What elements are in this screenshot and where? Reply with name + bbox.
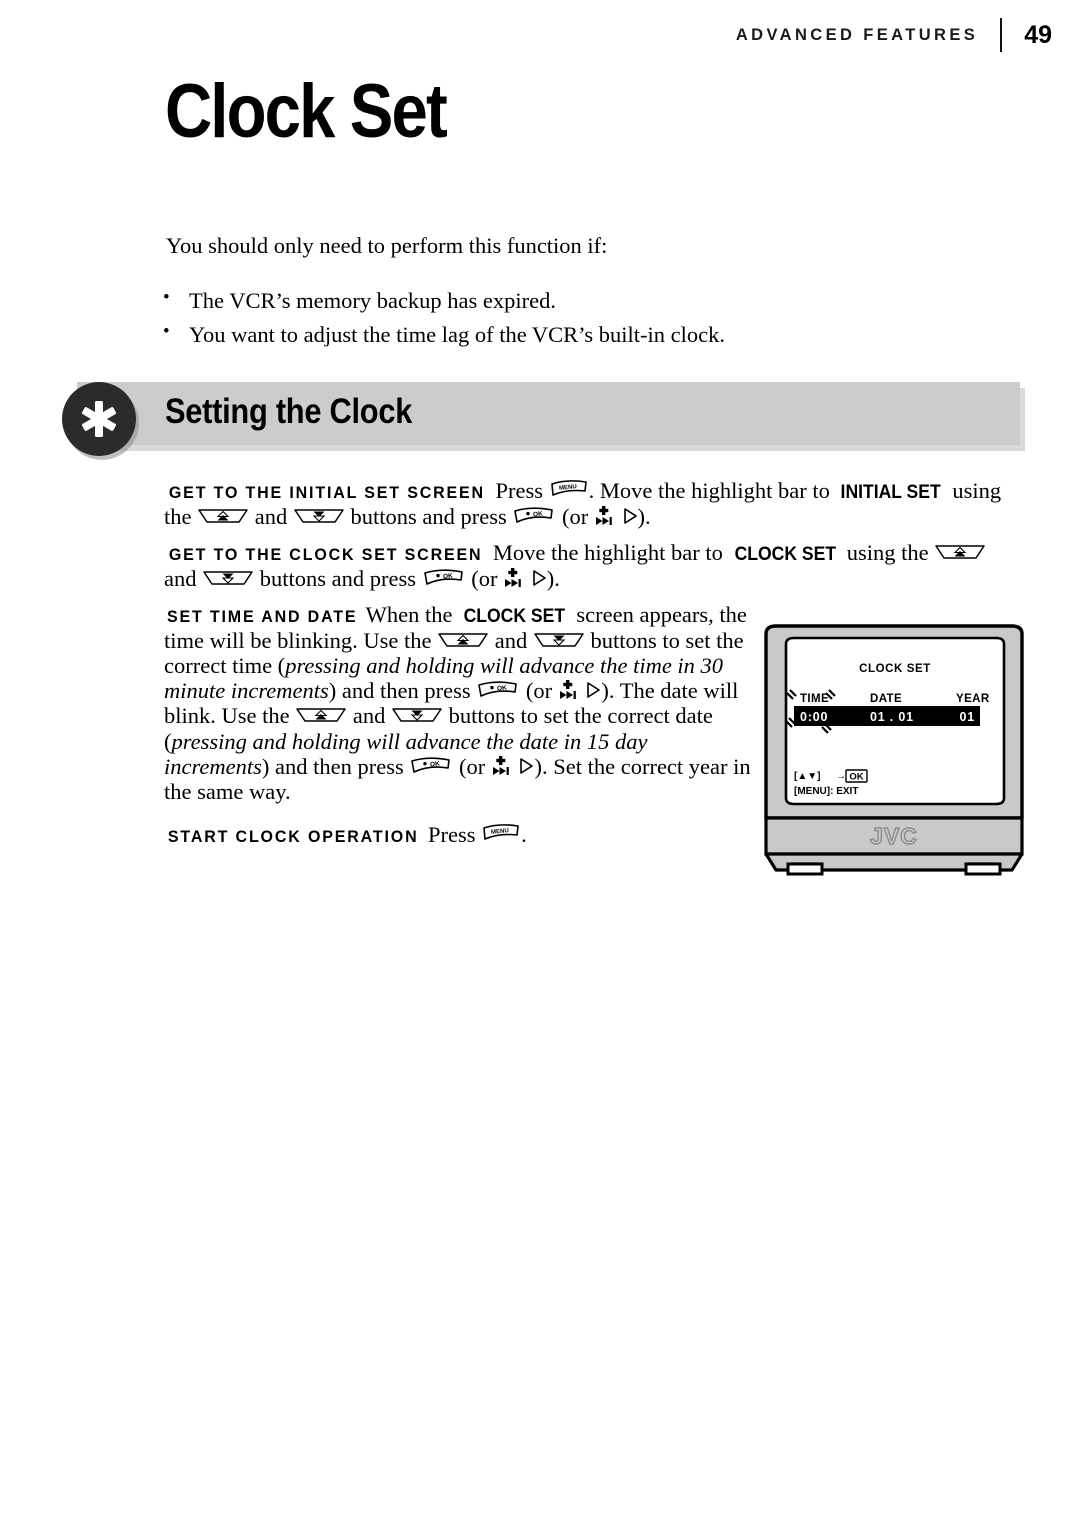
step-text: and xyxy=(494,627,528,653)
svg-text:OK: OK xyxy=(849,772,863,783)
step-text: using the xyxy=(846,540,929,566)
svg-text:OK: OK xyxy=(430,760,441,768)
ok-button-icon: OK xyxy=(409,754,453,776)
step-lead-label: START CLOCK OPERATION xyxy=(167,828,419,847)
step-text: ). xyxy=(637,503,651,529)
step-get-to-clock-set-screen: GET TO THE CLOCK SET SCREEN Move the hig… xyxy=(164,540,1009,591)
svg-text:01 . 01: 01 . 01 xyxy=(870,710,914,724)
bullet-marker: • xyxy=(163,287,170,308)
step-text: ) and then press xyxy=(261,753,404,779)
keyword-clock-set: CLOCK SET xyxy=(734,543,836,566)
svg-text:OK: OK xyxy=(497,685,508,693)
skip-forward-plus-icon xyxy=(558,678,580,700)
svg-text:TIME: TIME xyxy=(800,693,829,705)
list-item-text: You want to adjust the time lag of the V… xyxy=(189,321,726,347)
step-lead-label: GET TO THE CLOCK SET SCREEN xyxy=(168,546,483,565)
svg-text:→: → xyxy=(836,771,846,782)
channel-down-button-icon xyxy=(293,506,345,526)
svg-text:DATE: DATE xyxy=(870,693,902,705)
menu-button-icon: MENU xyxy=(481,822,521,844)
skip-forward-plus-icon xyxy=(594,504,616,526)
play-right-triangle-icon xyxy=(622,506,638,526)
svg-text:01: 01 xyxy=(959,710,975,724)
ok-button-icon: OK xyxy=(422,566,466,588)
play-right-triangle-icon xyxy=(585,680,601,700)
step-lead-label: GET TO THE INITIAL SET SCREEN xyxy=(168,484,485,502)
ok-button-icon: OK xyxy=(512,504,556,526)
svg-text:OK: OK xyxy=(533,510,544,518)
step-text: (or xyxy=(458,753,486,779)
step-text: (or xyxy=(525,678,553,704)
keyword-clock-set: CLOCK SET xyxy=(463,605,566,628)
play-right-triangle-icon xyxy=(518,756,534,776)
skip-forward-plus-icon xyxy=(503,566,525,588)
intro-bullet-list: • The VCR’s memory backup has expired. •… xyxy=(163,284,863,352)
channel-up-button-icon xyxy=(934,542,986,562)
step-text: and xyxy=(254,503,288,529)
step-text: Press xyxy=(428,822,476,848)
manual-page: ADVANCED FEATURES 49 Clock Set You shoul… xyxy=(0,0,1080,1526)
svg-text:YEAR: YEAR xyxy=(956,693,990,705)
keyword-initial-set: INITIAL SET xyxy=(841,481,942,503)
header-section-label: ADVANCED FEATURES xyxy=(735,25,979,44)
step-text: buttons and press xyxy=(350,503,507,529)
step-text: ) and then press xyxy=(328,678,471,704)
list-item: • The VCR’s memory backup has expired. xyxy=(163,284,863,318)
intro-lead: You should only need to perform this fun… xyxy=(166,233,608,258)
list-item-text: The VCR’s memory backup has expired. xyxy=(189,288,557,313)
menu-button-icon: MENU xyxy=(549,478,589,500)
channel-up-button-icon xyxy=(197,506,249,526)
step-text: (or xyxy=(471,565,498,591)
step-text: Press xyxy=(495,478,543,503)
step-text: and xyxy=(352,703,386,729)
list-item: • You want to adjust the time lag of the… xyxy=(163,318,863,352)
step-text: Move the highlight bar to xyxy=(492,540,723,566)
skip-forward-plus-icon xyxy=(491,754,513,776)
play-right-triangle-icon xyxy=(531,568,547,588)
svg-text:[▲▼]: [▲▼] xyxy=(794,771,820,782)
section-heading: Setting the Clock xyxy=(165,392,413,431)
step-text: and xyxy=(164,565,197,591)
asterisk-icon xyxy=(62,382,136,456)
step-text: (or xyxy=(562,503,589,529)
bullet-marker: • xyxy=(163,320,170,342)
svg-text:0:00: 0:00 xyxy=(800,710,828,724)
page-header: ADVANCED FEATURES 49 xyxy=(0,18,1052,52)
step-text: . xyxy=(521,822,527,848)
ok-button-icon: OK xyxy=(476,678,520,700)
svg-text:[MENU]: EXIT: [MENU]: EXIT xyxy=(794,786,858,797)
step-get-to-initial-set-screen: GET TO THE INITIAL SET SCREEN Press MENU… xyxy=(164,478,1009,529)
channel-down-button-icon xyxy=(533,630,585,650)
page-title: Clock Set xyxy=(165,69,448,154)
channel-down-button-icon xyxy=(202,568,254,588)
svg-text:CLOCK SET: CLOCK SET xyxy=(859,663,931,675)
step-text: When the xyxy=(365,602,453,628)
step-text: buttons and press xyxy=(259,565,416,591)
step-set-time-and-date: SET TIME AND DATE When the CLOCK SET scr… xyxy=(164,602,754,804)
step-text: ). xyxy=(546,565,560,591)
channel-down-button-icon xyxy=(391,705,443,725)
svg-text:OK: OK xyxy=(442,572,453,580)
channel-up-button-icon xyxy=(295,705,347,725)
step-text: . Move the highlight bar to xyxy=(588,478,830,503)
step-lead-label: SET TIME AND DATE xyxy=(166,608,358,627)
crt-television-illustration: JVC CLOCK SET TIME DATE YEAR 0:00 01 . 0… xyxy=(760,620,1028,878)
channel-up-button-icon xyxy=(437,630,489,650)
svg-text:JVC: JVC xyxy=(870,823,918,849)
page-number: 49 xyxy=(1024,20,1052,49)
